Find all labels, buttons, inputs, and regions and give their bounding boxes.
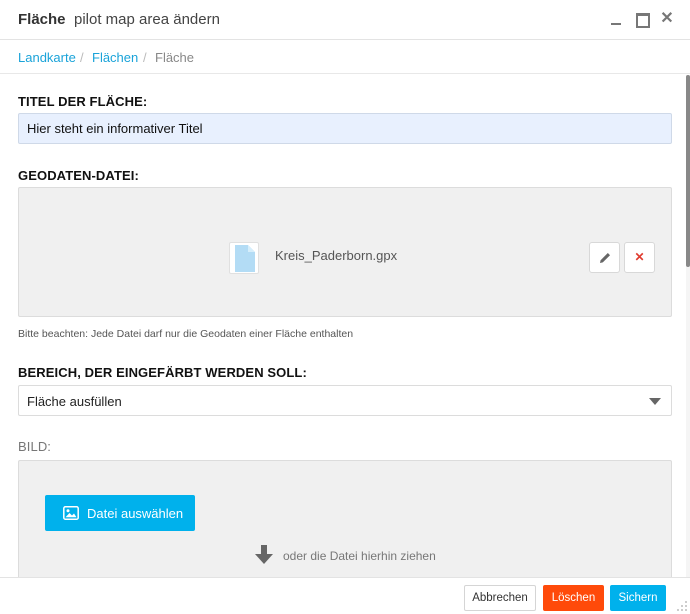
choose-file-label: Datei auswählen xyxy=(87,506,184,521)
fill-area-selected-value: Fläche ausfüllen xyxy=(27,394,122,409)
edit-file-button[interactable] xyxy=(589,242,620,273)
remove-file-button[interactable]: ✕ xyxy=(624,242,655,273)
breadcrumb-link-flaechen[interactable]: Flächen xyxy=(92,50,138,65)
geodata-hint: Bitte beachten: Jede Datei darf nur die … xyxy=(18,328,354,340)
maximize-icon[interactable] xyxy=(635,12,650,28)
dialog-footer: Abbrechen Löschen Sichern xyxy=(0,577,690,614)
geodata-file-name: Kreis_Paderborn.gpx xyxy=(275,248,398,263)
arrow-down-icon xyxy=(255,545,273,564)
close-icon[interactable]: ✕ xyxy=(660,11,674,27)
breadcrumb-link-landkarte[interactable]: Landkarte xyxy=(18,50,76,65)
minimize-icon[interactable] xyxy=(610,12,624,26)
chevron-down-icon xyxy=(649,398,661,405)
cancel-button[interactable]: Abbrechen xyxy=(464,585,536,611)
title-label: TITEL DER FLÄCHE: xyxy=(18,94,148,109)
file-icon xyxy=(229,242,259,274)
delete-button[interactable]: Löschen xyxy=(543,585,604,611)
breadcrumb-current: Fläche xyxy=(155,50,195,65)
image-drop-area[interactable]: Datei auswählen oder die Datei hierhin z… xyxy=(18,460,672,577)
image-icon xyxy=(63,506,79,520)
save-button[interactable]: Sichern xyxy=(610,585,666,611)
geodata-file-box: Kreis_Paderborn.gpx ✕ xyxy=(18,187,672,317)
scrollbar-thumb[interactable] xyxy=(686,75,690,267)
pencil-icon xyxy=(600,253,610,263)
breadcrumb-separator: / xyxy=(80,50,84,65)
form-content[interactable]: TITEL DER FLÄCHE: GEODATEN-DATEI: Kreis_… xyxy=(0,75,686,577)
fill-area-select[interactable]: Fläche ausfüllen xyxy=(18,385,672,416)
window-titlebar: Fläche pilot map area ändern ✕ xyxy=(0,0,690,40)
window-title: Fläche xyxy=(18,11,66,28)
choose-file-button[interactable]: Datei auswählen xyxy=(45,495,195,531)
drop-hint-text: oder die Datei hierhin ziehen xyxy=(283,549,436,563)
breadcrumb-separator: / xyxy=(143,50,147,65)
window-subtitle: pilot map area ändern xyxy=(74,11,220,28)
geodata-label: GEODATEN-DATEI: xyxy=(18,168,139,183)
title-input[interactable] xyxy=(18,113,672,144)
image-label: BILD: xyxy=(18,439,52,454)
resize-grip-icon[interactable] xyxy=(676,600,688,612)
scrollbar[interactable] xyxy=(686,75,690,577)
fill-area-label: BEREICH, DER EINGEFÄRBT WERDEN SOLL: xyxy=(18,365,307,380)
breadcrumb: Landkarte / Flächen / Fläche xyxy=(0,40,690,74)
